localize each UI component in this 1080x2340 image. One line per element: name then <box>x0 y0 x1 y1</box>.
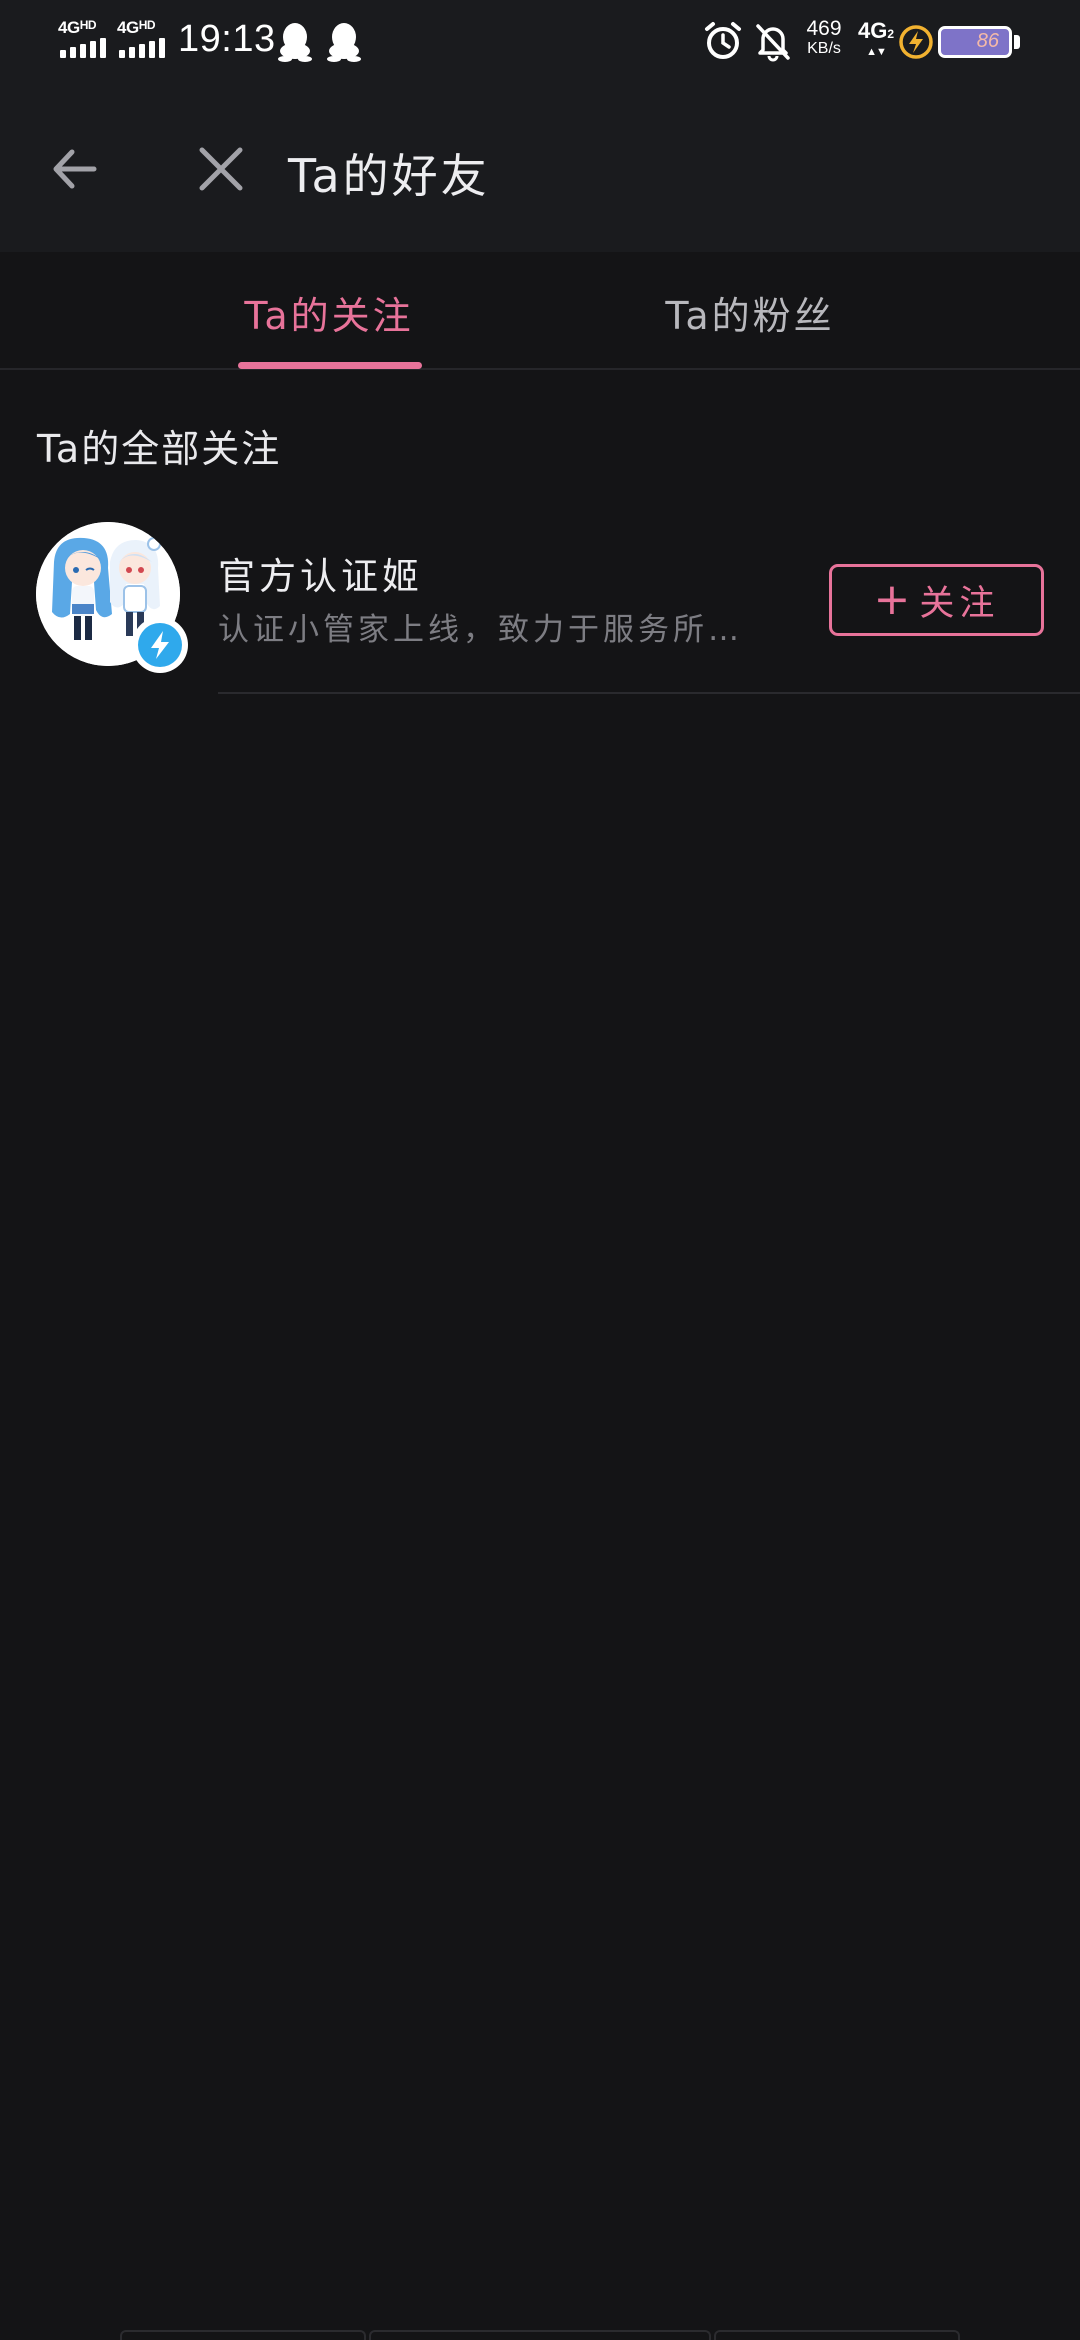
net-speed: 469 KB/s <box>800 18 848 58</box>
list-item[interactable]: 官方认证姬 认证小管家上线，致力于服务所有UP主 +关注 <box>0 500 1080 696</box>
plus-icon: + <box>873 574 916 625</box>
bottom-edge-panel <box>714 2330 960 2340</box>
battery-level: 86 <box>976 30 999 52</box>
qq-notification-icon <box>278 23 312 62</box>
divider <box>218 692 1080 694</box>
tab-followers[interactable]: Ta的粉丝 <box>600 252 900 368</box>
signal-sim1-label: 4G <box>58 18 80 37</box>
signal-sim2-label: 4G <box>117 18 139 37</box>
battery-tip <box>1014 35 1020 49</box>
user-name: 官方认证姬 <box>218 555 423 598</box>
signal-sim2-sup: HD <box>138 18 156 32</box>
battery-icon: 86 <box>938 26 1012 58</box>
page-title: Ta的好友 <box>288 149 490 203</box>
power-saving-icon <box>899 25 933 59</box>
follow-button[interactable]: + 关注 <box>829 564 1044 636</box>
follow-button-label: 关注 <box>919 583 1000 624</box>
signal-bars-icon <box>58 38 108 58</box>
status-time: 19:13 <box>178 18 276 60</box>
signal-bars-icon <box>117 38 167 58</box>
net-speed-value: 469 <box>806 17 842 40</box>
close-button[interactable] <box>186 134 256 204</box>
active-tab-indicator <box>238 362 422 369</box>
mobile-data-indicator: 4G2 ▲▼ <box>856 20 896 59</box>
alarm-icon <box>705 22 741 59</box>
qq-notification-icon <box>327 23 361 62</box>
status-bar: 4GHD 4GHD 19:13 469 KB/s 4G2 ▲▼ 86 <box>0 0 1080 82</box>
network-sub: 2 <box>887 27 895 41</box>
arrow-left-icon <box>53 149 97 189</box>
net-speed-unit: KB/s <box>807 40 841 57</box>
section-title: Ta的全部关注 <box>37 427 282 471</box>
tab-bar: Ta的关注 Ta的粉丝 <box>0 252 1080 370</box>
bottom-edge-panel <box>369 2330 711 2340</box>
user-description: 认证小管家上线，致力于服务所有UP主 <box>218 612 748 648</box>
back-button[interactable] <box>40 134 110 204</box>
tab-following[interactable]: Ta的关注 <box>179 252 479 368</box>
app-bar: Ta的好友 <box>0 82 1080 252</box>
lightning-icon <box>151 631 169 659</box>
network-type: 4G <box>857 18 888 43</box>
signal-sim1-sup: HD <box>79 18 97 32</box>
verified-badge <box>132 617 188 673</box>
close-icon <box>199 147 243 191</box>
bottom-edge-panel <box>120 2330 366 2340</box>
bell-muted-icon <box>756 24 790 62</box>
data-arrows-icon: ▲▼ <box>866 46 887 58</box>
